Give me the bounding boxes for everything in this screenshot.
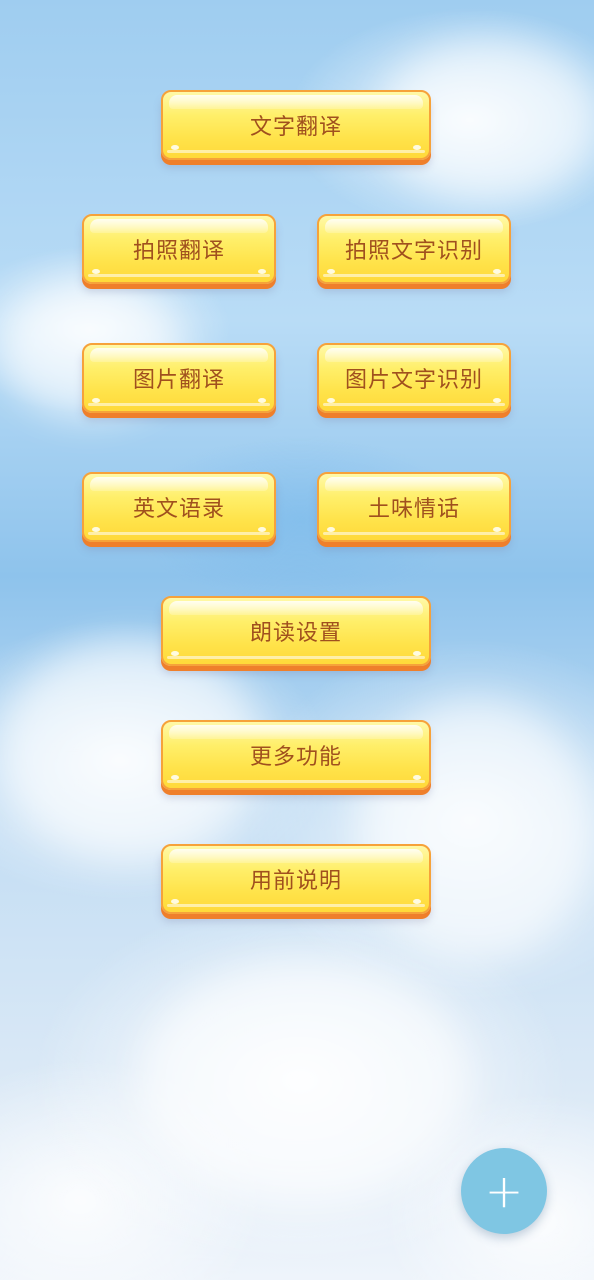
cheesy-love-lines-button[interactable]: 土味情话: [317, 472, 511, 542]
button-shine: [327, 398, 335, 403]
button-shine: [493, 527, 501, 532]
button-shine: [92, 398, 100, 403]
text-translate-label: 文字翻译: [249, 115, 342, 140]
button-shine: [413, 651, 421, 656]
button-shine: [413, 899, 421, 904]
photo-text-recognition-label: 拍照文字识别: [344, 239, 483, 264]
button-shine: [258, 269, 266, 274]
english-quotes-label: 英文语录: [132, 497, 225, 522]
button-shine: [413, 775, 421, 780]
image-translate-button[interactable]: 图片翻译: [82, 343, 276, 413]
cheesy-love-lines-label: 土味情话: [367, 497, 460, 522]
text-translate-button[interactable]: 文字翻译: [161, 90, 431, 160]
image-text-recognition-button[interactable]: 图片文字识别: [317, 343, 511, 413]
button-shine: [92, 527, 100, 532]
photo-text-recognition-button[interactable]: 拍照文字识别: [317, 214, 511, 284]
add-fab-button[interactable]: +: [461, 1148, 547, 1234]
button-shine: [258, 398, 266, 403]
button-shine: [258, 527, 266, 532]
read-aloud-settings-label: 朗读设置: [249, 621, 342, 646]
photo-translate-label: 拍照翻译: [132, 239, 225, 264]
button-shine: [413, 145, 421, 150]
button-shine: [171, 775, 179, 780]
cloud-decoration: [140, 960, 470, 1200]
read-aloud-settings-button[interactable]: 朗读设置: [161, 596, 431, 666]
button-shine: [493, 398, 501, 403]
button-shine: [327, 269, 335, 274]
button-shine: [92, 269, 100, 274]
button-shine: [171, 899, 179, 904]
more-features-label: 更多功能: [249, 745, 342, 770]
button-shine: [493, 269, 501, 274]
image-translate-label: 图片翻译: [132, 368, 225, 393]
image-text-recognition-label: 图片文字识别: [344, 368, 483, 393]
more-features-button[interactable]: 更多功能: [161, 720, 431, 790]
english-quotes-button[interactable]: 英文语录: [82, 472, 276, 542]
plus-icon: +: [484, 1164, 524, 1218]
instructions-button[interactable]: 用前说明: [161, 844, 431, 914]
instructions-label: 用前说明: [249, 869, 342, 894]
photo-translate-button[interactable]: 拍照翻译: [82, 214, 276, 284]
button-shine: [171, 145, 179, 150]
button-shine: [171, 651, 179, 656]
button-shine: [327, 527, 335, 532]
